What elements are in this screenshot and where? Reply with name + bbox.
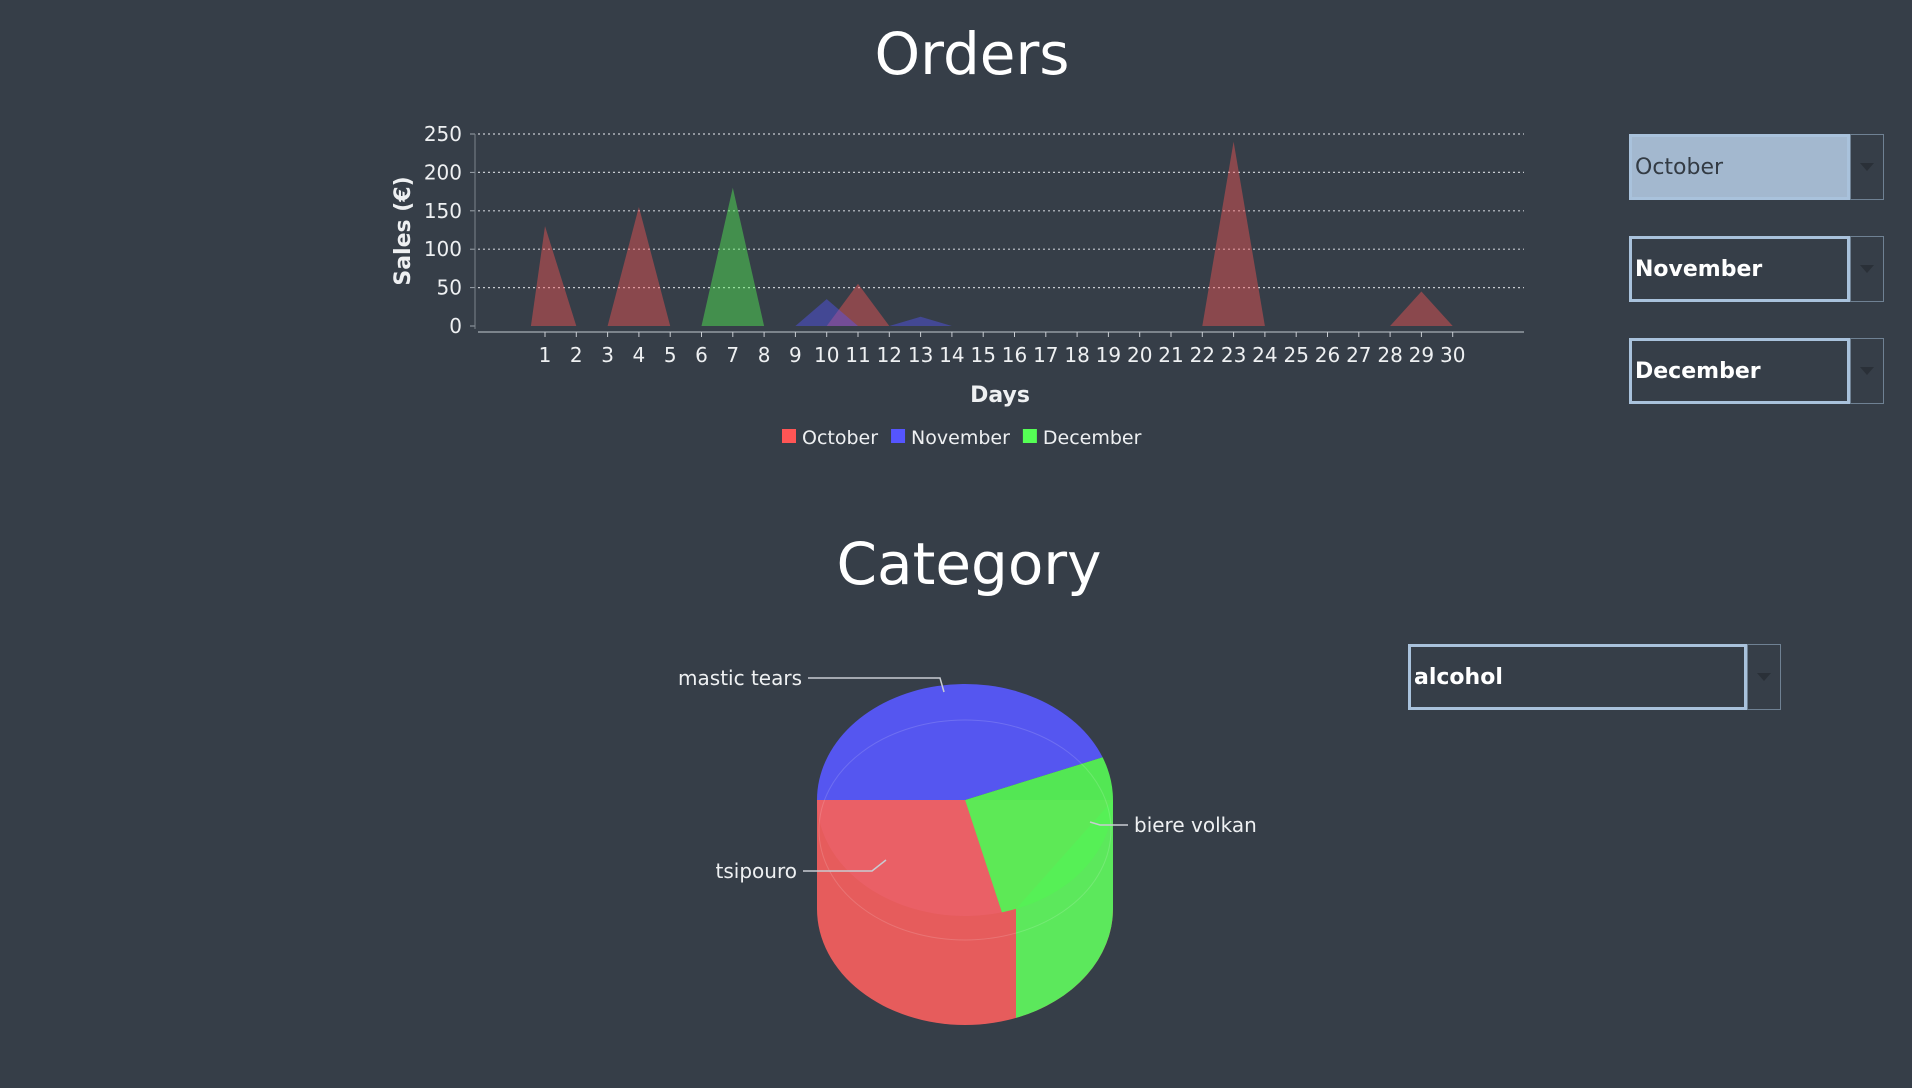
pie-label-tsipouro: tsipouro xyxy=(716,859,797,883)
pie-label-mastic-tears: mastic tears xyxy=(678,666,802,690)
dropdown-button[interactable] xyxy=(1747,644,1781,710)
chevron-down-icon xyxy=(1860,367,1874,375)
category-pie-chart: mastic tears biere volkan tsipouro xyxy=(678,666,1257,1025)
category-selector[interactable]: alcohol xyxy=(1408,644,1781,710)
month-selector-value: November xyxy=(1629,236,1850,302)
dropdown-button[interactable] xyxy=(1850,134,1884,200)
dropdown-button[interactable] xyxy=(1850,236,1884,302)
dropdown-button[interactable] xyxy=(1850,338,1884,404)
pie-label-biere-volkan: biere volkan xyxy=(1134,813,1257,837)
chevron-down-icon xyxy=(1860,163,1874,171)
month-selector-value: December xyxy=(1629,338,1850,404)
month-selector-december[interactable]: December xyxy=(1629,338,1884,404)
month-selector-november[interactable]: November xyxy=(1629,236,1884,302)
chevron-down-icon xyxy=(1757,673,1771,681)
chevron-down-icon xyxy=(1860,265,1874,273)
category-selector-value: alcohol xyxy=(1408,644,1747,710)
month-selector-value: October xyxy=(1629,134,1850,200)
month-selector-october[interactable]: October xyxy=(1629,134,1884,200)
